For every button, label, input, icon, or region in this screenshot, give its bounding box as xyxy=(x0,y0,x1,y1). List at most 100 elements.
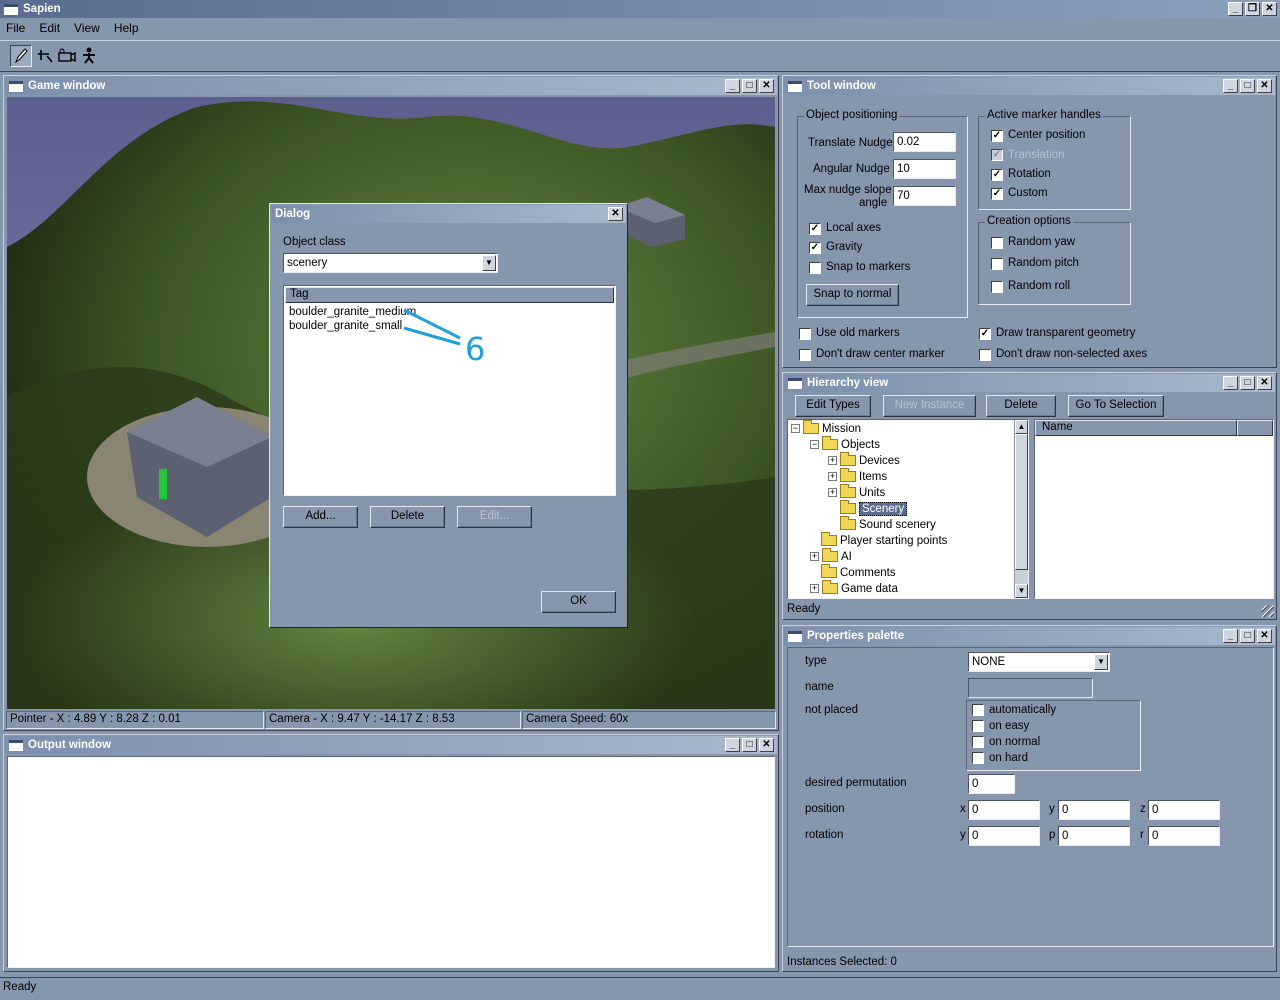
camera-icon[interactable] xyxy=(57,46,77,66)
resize-grip-icon[interactable] xyxy=(1262,605,1274,617)
output-text-area[interactable] xyxy=(7,756,775,968)
chevron-down-icon[interactable]: ▼ xyxy=(1094,654,1108,670)
max-nudge-field[interactable]: 70 xyxy=(893,186,956,206)
scroll-down-icon[interactable]: ▼ xyxy=(1015,584,1028,598)
scroll-up-icon[interactable]: ▲ xyxy=(1015,420,1028,434)
automatically-checkbox[interactable] xyxy=(972,704,984,716)
random-yaw-checkbox[interactable] xyxy=(991,237,1003,249)
minimize-button[interactable]: _ xyxy=(725,79,740,93)
figure-icon[interactable] xyxy=(79,46,99,66)
tree-node-units[interactable]: + Units xyxy=(828,484,885,501)
tree-node-comments[interactable]: Comments xyxy=(821,564,896,581)
restore-button[interactable]: ❐ xyxy=(1245,2,1260,16)
minimize-button[interactable]: _ xyxy=(725,738,740,752)
tag-list[interactable]: Tag boulder_granite_medium boulder_grani… xyxy=(283,285,616,496)
tree-node-ai[interactable]: + AI xyxy=(810,548,852,565)
instance-list[interactable]: Name xyxy=(1034,419,1274,599)
name-field[interactable] xyxy=(968,678,1093,698)
expand-icon[interactable]: + xyxy=(828,456,837,466)
maximize-button[interactable]: □ xyxy=(1240,629,1255,643)
tree-node-sound-scenery[interactable]: Sound scenery xyxy=(840,516,936,533)
delete-button[interactable]: Delete xyxy=(370,506,445,528)
menu-edit[interactable]: Edit xyxy=(39,21,60,35)
menu-help[interactable]: Help xyxy=(114,21,139,35)
position-y-field[interactable]: 0 xyxy=(1058,800,1130,820)
chevron-down-icon[interactable]: ▼ xyxy=(482,255,496,271)
position-z-field[interactable]: 0 xyxy=(1148,800,1220,820)
maximize-button[interactable]: □ xyxy=(1240,79,1255,93)
expand-icon[interactable]: + xyxy=(828,488,837,498)
maximize-button[interactable]: □ xyxy=(742,738,757,752)
gravity-checkbox[interactable]: ✓ xyxy=(809,242,821,254)
new-instance-button[interactable]: New Instance xyxy=(883,395,976,417)
rotation-r-field[interactable]: 0 xyxy=(1148,826,1220,846)
rotation-p-field[interactable]: 0 xyxy=(1058,826,1130,846)
minimize-button[interactable]: _ xyxy=(1223,376,1238,390)
random-pitch-checkbox[interactable] xyxy=(991,258,1003,270)
go-to-selection-button[interactable]: Go To Selection xyxy=(1068,395,1164,417)
rotation-checkbox[interactable]: ✓ xyxy=(991,169,1003,181)
close-button[interactable]: ✕ xyxy=(1257,376,1272,390)
tree-node-mission[interactable]: − Mission xyxy=(791,420,861,437)
on-easy-checkbox[interactable] xyxy=(972,720,984,732)
close-button[interactable]: ✕ xyxy=(759,738,774,752)
tree-node-game-data[interactable]: + Game data xyxy=(810,580,898,597)
tag-item[interactable]: boulder_granite_small xyxy=(289,320,402,332)
draw-transparent-checkbox[interactable]: ✓ xyxy=(979,328,991,340)
add-button[interactable]: Add... xyxy=(283,506,358,528)
close-button[interactable]: ✕ xyxy=(759,79,774,93)
ok-button[interactable]: OK xyxy=(541,591,616,613)
local-axes-checkbox[interactable]: ✓ xyxy=(809,223,821,235)
rotation-y-field[interactable]: 0 xyxy=(968,826,1040,846)
on-hard-checkbox[interactable] xyxy=(972,752,984,764)
tree-node-scenery[interactable]: Scenery xyxy=(840,500,908,517)
hierarchy-tree[interactable]: − Mission − Objects + Devices + Items + Units… xyxy=(787,419,1029,599)
angular-nudge-field[interactable]: 10 xyxy=(893,159,956,179)
crosshair-icon[interactable] xyxy=(35,46,55,66)
translate-nudge-field[interactable]: 0.02 xyxy=(893,132,956,152)
type-select[interactable]: NONE ▼ xyxy=(968,652,1110,672)
tag-item[interactable]: boulder_granite_medium xyxy=(289,306,416,318)
minimize-button[interactable]: _ xyxy=(1228,2,1243,16)
close-button[interactable]: ✕ xyxy=(1262,2,1277,16)
random-roll-checkbox[interactable] xyxy=(991,281,1003,293)
menu-file[interactable]: File xyxy=(6,21,25,35)
tree-node-objects[interactable]: − Objects xyxy=(810,436,880,453)
dont-draw-center-checkbox[interactable] xyxy=(799,349,811,361)
object-class-select[interactable]: scenery ▼ xyxy=(283,253,498,273)
minimize-button[interactable]: _ xyxy=(1223,629,1238,643)
tree-scrollbar[interactable]: ▲ ▼ xyxy=(1014,420,1028,598)
translation-checkbox[interactable]: ✓ xyxy=(991,149,1003,161)
expand-icon[interactable]: + xyxy=(810,584,819,594)
custom-checkbox[interactable]: ✓ xyxy=(991,188,1003,200)
use-old-markers-checkbox[interactable] xyxy=(799,328,811,340)
snap-to-markers-checkbox[interactable] xyxy=(809,262,821,274)
scroll-thumb[interactable] xyxy=(1015,434,1028,570)
edit-button[interactable]: Edit... xyxy=(457,506,532,528)
maximize-button[interactable]: □ xyxy=(742,79,757,93)
close-button[interactable]: ✕ xyxy=(608,207,623,221)
dont-draw-nonselected-checkbox[interactable] xyxy=(979,349,991,361)
position-x-field[interactable]: 0 xyxy=(968,800,1040,820)
edit-types-button[interactable]: Edit Types xyxy=(795,395,871,417)
desired-permutation-field[interactable]: 0 xyxy=(968,774,1015,794)
expand-icon[interactable]: + xyxy=(828,472,837,482)
collapse-icon[interactable]: − xyxy=(791,424,800,434)
menu-view[interactable]: View xyxy=(74,21,100,35)
on-normal-checkbox[interactable] xyxy=(972,736,984,748)
delete-button[interactable]: Delete xyxy=(986,395,1056,417)
minimize-button[interactable]: _ xyxy=(1223,79,1238,93)
collapse-icon[interactable]: − xyxy=(810,440,819,450)
maximize-button[interactable]: □ xyxy=(1240,376,1255,390)
tree-node-player-starting-points[interactable]: Player starting points xyxy=(821,532,947,549)
close-button[interactable]: ✕ xyxy=(1257,79,1272,93)
pencil-icon[interactable] xyxy=(10,45,32,67)
tag-column-header[interactable]: Tag xyxy=(285,287,614,303)
tree-node-items[interactable]: + Items xyxy=(828,468,887,485)
snap-to-normal-button[interactable]: Snap to normal xyxy=(806,284,899,306)
tree-node-devices[interactable]: + Devices xyxy=(828,452,900,469)
expand-icon[interactable]: + xyxy=(810,552,819,562)
close-button[interactable]: ✕ xyxy=(1257,629,1272,643)
center-position-checkbox[interactable]: ✓ xyxy=(991,130,1003,142)
name-column-header[interactable]: Name xyxy=(1035,420,1237,436)
